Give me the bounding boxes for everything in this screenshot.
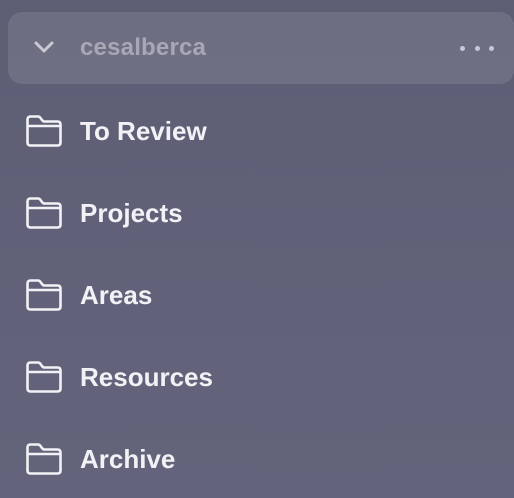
folder-item-areas[interactable]: Areas	[0, 254, 514, 336]
folder-item-projects[interactable]: Projects	[0, 172, 514, 254]
account-name: cesalberca	[80, 34, 207, 61]
folder-label: Resources	[80, 362, 213, 392]
more-options-button[interactable]	[460, 36, 494, 60]
folder-icon	[26, 279, 62, 311]
folder-label: Projects	[80, 198, 183, 228]
folder-item-resources[interactable]: Resources	[0, 336, 514, 418]
folder-label: Archive	[80, 444, 176, 474]
folder-icon	[26, 361, 62, 393]
ellipsis-icon-dot	[489, 45, 494, 51]
folder-item-to-review[interactable]: To Review	[0, 90, 514, 172]
sidebar: cesalberca To Review Projects Areas Reso…	[0, 0, 514, 498]
folder-icon	[26, 115, 62, 147]
ellipsis-icon-dot	[474, 45, 480, 51]
folder-list: To Review Projects Areas Resources Archi…	[0, 90, 514, 498]
folder-label: To Review	[80, 116, 207, 146]
folder-item-archive[interactable]: Archive	[0, 418, 514, 498]
ellipsis-icon-dot	[460, 45, 465, 51]
chevron-down-icon[interactable]	[31, 37, 57, 57]
account-header[interactable]: cesalberca	[8, 12, 514, 84]
folder-label: Areas	[80, 280, 153, 310]
folder-icon	[26, 197, 62, 229]
folder-icon	[26, 443, 62, 475]
